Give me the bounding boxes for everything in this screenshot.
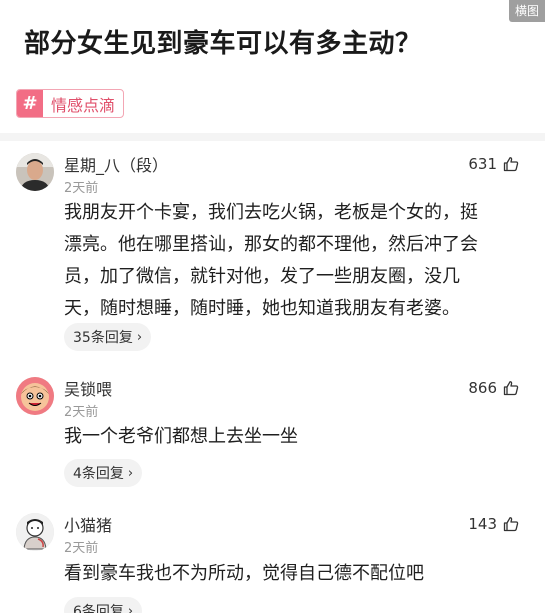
comment-username[interactable]: 吴锁喂 (64, 376, 112, 400)
replies-label: 6条回复 (73, 604, 124, 613)
comment-text: 看到豪车我也不为所动，觉得自己德不配位吧 (64, 558, 524, 590)
like-count: 631 (468, 155, 497, 173)
comment-text: 我一个老爷们都想上去坐一坐 (64, 421, 524, 453)
section-divider (0, 133, 545, 141)
replies-label: 35条回复 (73, 330, 133, 346)
chevron-right-icon: › (127, 603, 134, 613)
comment-line: 我一个老爷们都想上去坐一坐 (64, 426, 298, 447)
thumbs-up-icon (503, 157, 519, 172)
comment-line: 员，加了微信，就针对他，发了一些朋友圈，没几 (64, 266, 460, 287)
comment-time: 2天前 (64, 181, 99, 196)
topic-tag[interactable]: # 情感点滴 (16, 89, 125, 118)
comment-time: 2天前 (64, 405, 99, 420)
question-title: 部分女生见到豪车可以有多主动？ (24, 29, 422, 59)
comment-line: 漂亮。他在哪里搭讪，那女的都不理他，然后冲了会 (64, 234, 478, 255)
replies-button[interactable]: 4条回复 › (64, 459, 143, 487)
page: 横图 部分女生见到豪车可以有多主动？ # 情感点滴 星期_八（段） 2天前 63… (0, 0, 545, 613)
thumbs-up-icon (503, 381, 519, 396)
like-count: 866 (468, 379, 497, 397)
comment-text: 我朋友开个卡宴，我们去吃火锅，老板是个女的，挺 漂亮。他在哪里搭讪，那女的都不理… (64, 197, 524, 325)
hash-icon: # (17, 90, 43, 117)
thumbs-up-icon (503, 517, 519, 532)
avatar[interactable] (16, 377, 54, 415)
like-count: 143 (468, 515, 497, 533)
replies-button[interactable]: 35条回复 › (64, 323, 152, 351)
comment-line: 天，随时想睡，随时睡，她也知道我朋友有老婆。 (64, 298, 460, 319)
comment-username[interactable]: 小猫猪 (64, 512, 112, 536)
like-button[interactable]: 631 (468, 153, 519, 175)
avatar[interactable] (16, 153, 54, 191)
topic-label: 情感点滴 (51, 95, 116, 115)
like-button[interactable]: 143 (468, 513, 519, 535)
comment-line: 我朋友开个卡宴，我们去吃火锅，老板是个女的，挺 (64, 202, 478, 223)
watermark: 横图 (508, 0, 545, 22)
comment-time: 2天前 (64, 541, 99, 556)
replies-button[interactable]: 6条回复 › (64, 597, 143, 613)
chevron-right-icon: › (127, 465, 134, 481)
avatar[interactable] (16, 513, 54, 551)
comment-username[interactable]: 星期_八（段） (64, 152, 168, 176)
chevron-right-icon: › (136, 329, 143, 345)
replies-label: 4条回复 (73, 466, 124, 482)
comment-line: 看到豪车我也不为所动，觉得自己德不配位吧 (64, 563, 424, 584)
like-button[interactable]: 866 (468, 377, 519, 399)
